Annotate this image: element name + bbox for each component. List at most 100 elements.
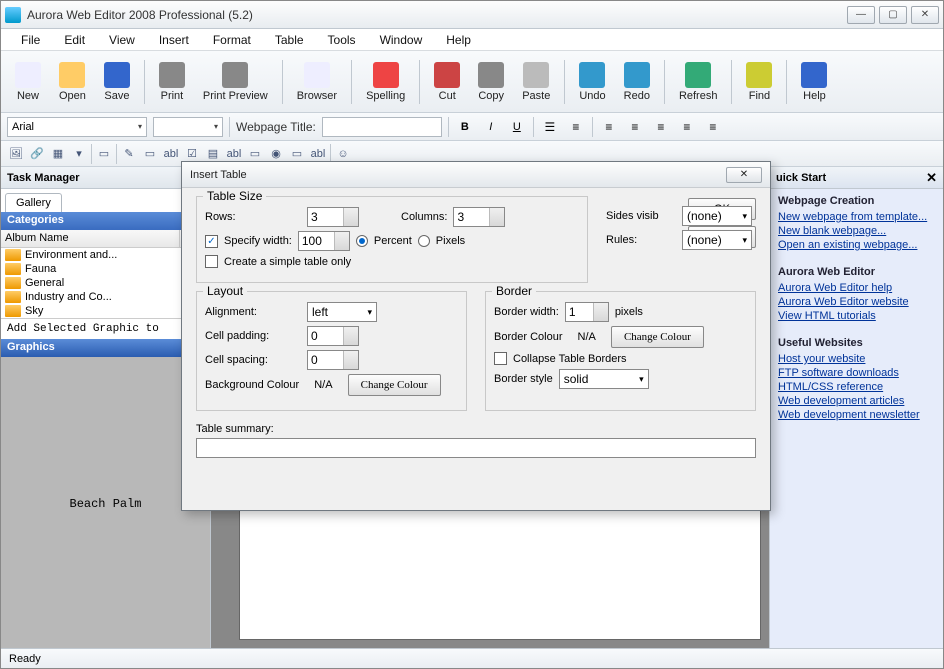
print-preview-button[interactable]: Print Preview	[195, 60, 276, 104]
help-button[interactable]: Help	[793, 60, 835, 104]
quick-link[interactable]: HTML/CSS reference	[778, 380, 935, 394]
list-item[interactable]: General	[1, 276, 210, 290]
find-button[interactable]: Find	[738, 60, 780, 104]
bold-button[interactable]: B	[455, 117, 475, 137]
columns-input[interactable]: 3	[453, 207, 505, 227]
menu-table[interactable]: Table	[263, 31, 316, 49]
list-item[interactable]: Industry and Co...	[1, 290, 210, 304]
quick-link[interactable]: FTP software downloads	[778, 366, 935, 380]
paste-button[interactable]: Paste	[514, 60, 558, 104]
quick-link[interactable]: View HTML tutorials	[778, 309, 935, 323]
edit-icon[interactable]: ✎	[120, 145, 138, 163]
font-combo[interactable]: Arial	[7, 117, 147, 137]
quick-link[interactable]: Aurora Web Editor website	[778, 295, 935, 309]
width-input[interactable]: 100	[298, 231, 350, 251]
bullets-button[interactable]: ☰	[540, 117, 560, 137]
specify-width-checkbox[interactable]: ✓	[205, 235, 218, 248]
sides-select[interactable]: (none)	[682, 206, 752, 226]
emoji-icon[interactable]: ☺	[334, 145, 352, 163]
label-icon[interactable]: abl	[162, 145, 180, 163]
rows-input[interactable]: 3	[307, 207, 359, 227]
alignment-select[interactable]: left	[307, 302, 377, 322]
align-left-button[interactable]: ≡	[599, 117, 619, 137]
copy-button[interactable]: Copy	[470, 60, 512, 104]
underline-button[interactable]: U	[507, 117, 527, 137]
add-graphic-button[interactable]: Add Selected Graphic to	[1, 318, 210, 339]
quick-link[interactable]: Web development newsletter	[778, 408, 935, 422]
list-item[interactable]: Sky	[1, 304, 210, 318]
checkbox-icon[interactable]: ☑	[183, 145, 201, 163]
menu-insert[interactable]: Insert	[147, 31, 201, 49]
group-title: Useful Websites	[778, 337, 935, 349]
close-button[interactable]: ✕	[911, 6, 939, 24]
outdent-button[interactable]: ≡	[677, 117, 697, 137]
close-icon[interactable]: ✕	[926, 170, 937, 186]
quick-link[interactable]: Aurora Web Editor help	[778, 281, 935, 295]
form-icon[interactable]: ▭	[95, 145, 113, 163]
cut-button[interactable]: Cut	[426, 60, 468, 104]
dialog-close-button[interactable]: ✕	[726, 167, 762, 183]
bg-change-button[interactable]: Change Colour	[348, 374, 441, 396]
radio-icon[interactable]: ◉	[267, 145, 285, 163]
menu-view[interactable]: View	[97, 31, 147, 49]
refresh-button[interactable]: Refresh	[671, 60, 726, 104]
spacing-input[interactable]: 0	[307, 350, 359, 370]
percent-radio[interactable]	[356, 235, 368, 247]
minimize-button[interactable]: —	[847, 6, 875, 24]
menu-file[interactable]: File	[9, 31, 52, 49]
pagetitle-input[interactable]	[322, 117, 442, 137]
border-width-input[interactable]: 1	[565, 302, 609, 322]
size-combo[interactable]	[153, 117, 223, 137]
align-center-button[interactable]: ≡	[625, 117, 645, 137]
quick-link[interactable]: New webpage from template...	[778, 210, 935, 224]
save-button[interactable]: Save	[96, 60, 138, 104]
quick-link[interactable]: Host your website	[778, 352, 935, 366]
menu-edit[interactable]: Edit	[52, 31, 97, 49]
redo-button[interactable]: Redo	[616, 60, 658, 104]
menu-format[interactable]: Format	[201, 31, 263, 49]
border-color-value: N/A	[578, 331, 596, 343]
list-item[interactable]: Environment and...	[1, 248, 210, 262]
insert-image-icon[interactable]: 🖼	[7, 145, 25, 163]
insert-table-icon[interactable]: ▦	[49, 145, 67, 163]
menu-help[interactable]: Help	[434, 31, 483, 49]
menu-tools[interactable]: Tools	[316, 31, 368, 49]
open-button[interactable]: Open	[51, 60, 94, 104]
listbox-icon[interactable]: ▤	[204, 145, 222, 163]
summary-input[interactable]	[196, 438, 756, 458]
numbering-button[interactable]: ≡	[566, 117, 586, 137]
border-style-select[interactable]: solid	[559, 369, 649, 389]
spelling-button[interactable]: Spelling	[358, 60, 413, 104]
pixels-radio[interactable]	[418, 235, 430, 247]
maximize-button[interactable]: ▢	[879, 6, 907, 24]
dropdown-icon[interactable]: ▾	[70, 145, 88, 163]
print-button[interactable]: Print	[151, 60, 193, 104]
border-change-button[interactable]: Change Colour	[611, 326, 704, 348]
padding-input[interactable]: 0	[307, 326, 359, 346]
quick-link[interactable]: New blank webpage...	[778, 224, 935, 238]
insert-link-icon[interactable]: 🔗	[28, 145, 46, 163]
textbox-icon[interactable]: ▭	[141, 145, 159, 163]
gallery-tab[interactable]: Gallery	[5, 193, 62, 212]
input-icon[interactable]: abl	[309, 145, 327, 163]
percent-label: Percent	[374, 235, 412, 247]
align-right-button[interactable]: ≡	[651, 117, 671, 137]
undo-button[interactable]: Undo	[571, 60, 613, 104]
indent-button[interactable]: ≡	[703, 117, 723, 137]
list-item[interactable]: Fauna	[1, 262, 210, 276]
italic-button[interactable]: I	[481, 117, 501, 137]
new-button[interactable]: New	[7, 60, 49, 104]
quick-link[interactable]: Web development articles	[778, 394, 935, 408]
rows-label: Rows:	[205, 211, 301, 223]
select-icon[interactable]: ▭	[288, 145, 306, 163]
find-icon	[746, 62, 772, 88]
button-icon[interactable]: ▭	[246, 145, 264, 163]
simple-table-checkbox[interactable]	[205, 255, 218, 268]
menu-window[interactable]: Window	[368, 31, 435, 49]
field-icon[interactable]: abl	[225, 145, 243, 163]
rules-select[interactable]: (none)	[682, 230, 752, 250]
browser-button[interactable]: Browser	[289, 60, 345, 104]
col-album[interactable]: Album Name	[1, 230, 180, 247]
quick-link[interactable]: Open an existing webpage...	[778, 238, 935, 252]
collapse-checkbox[interactable]	[494, 352, 507, 365]
